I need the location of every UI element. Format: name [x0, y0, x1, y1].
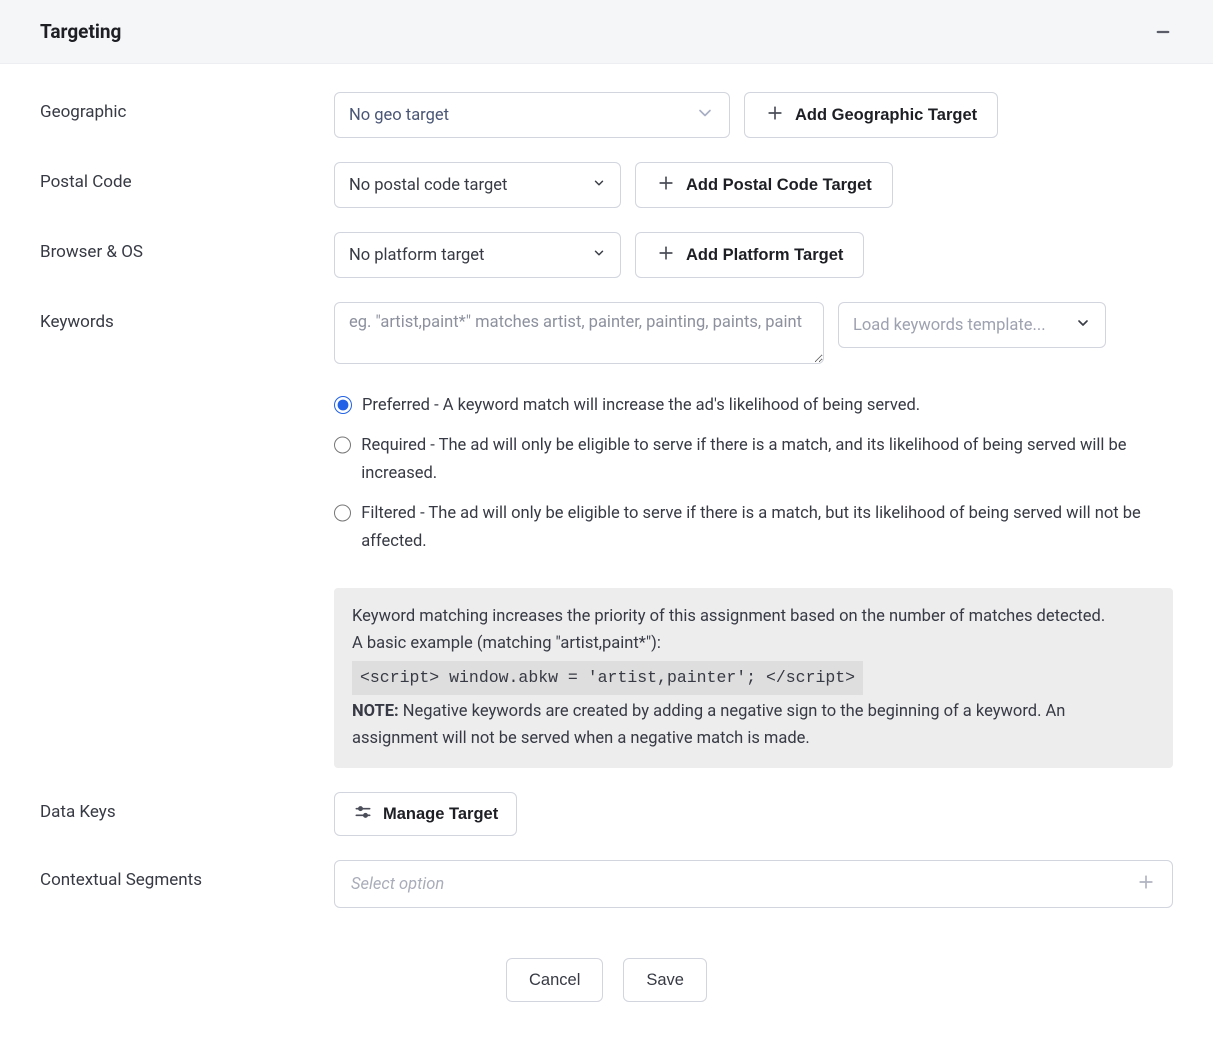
info-line2: A basic example (matching "artist,paint*…	[352, 631, 1155, 657]
chevron-down-icon	[592, 246, 606, 265]
add-geographic-label: Add Geographic Target	[795, 106, 977, 125]
collapse-icon[interactable]	[1153, 22, 1173, 42]
add-postal-label: Add Postal Code Target	[686, 176, 872, 195]
radio-preferred[interactable]	[334, 396, 352, 414]
chevron-down-icon	[592, 176, 606, 195]
label-browser-os: Browser & OS	[40, 232, 334, 262]
info-note-text: Negative keywords are created by adding …	[352, 702, 1065, 747]
sliders-icon	[353, 802, 373, 827]
chevron-down-icon	[1075, 315, 1091, 336]
radio-required[interactable]	[334, 436, 351, 454]
panel-title: Targeting	[40, 20, 121, 43]
label-data-keys: Data Keys	[40, 792, 334, 822]
info-note-label: NOTE:	[352, 702, 399, 721]
row-contextual-segments: Contextual Segments Select option	[40, 860, 1173, 908]
postal-select-value: No postal code target	[349, 176, 507, 195]
platform-select[interactable]: No platform target	[334, 232, 621, 278]
keywords-template-label: Load keywords template...	[853, 316, 1046, 335]
radio-row-filtered: Filtered - The ad will only be eligible …	[334, 500, 1173, 556]
chevron-down-icon	[695, 103, 715, 128]
info-code-snippet: <script> window.abkw = 'artist,painter';…	[352, 661, 863, 695]
info-line1: Keyword matching increases the priority …	[352, 604, 1155, 630]
save-button[interactable]: Save	[623, 958, 707, 1002]
radio-row-required: Required - The ad will only be eligible …	[334, 432, 1173, 488]
add-platform-button[interactable]: Add Platform Target	[635, 232, 864, 278]
info-note: NOTE: Negative keywords are created by a…	[352, 699, 1155, 752]
radio-filtered[interactable]	[334, 504, 351, 522]
label-postal: Postal Code	[40, 162, 334, 192]
contextual-select[interactable]: Select option	[334, 860, 1173, 908]
add-geographic-button[interactable]: Add Geographic Target	[744, 92, 998, 138]
geographic-select-value: No geo target	[349, 106, 449, 125]
plus-icon	[1136, 872, 1156, 896]
add-platform-label: Add Platform Target	[686, 246, 843, 265]
row-data-keys: Data Keys Manage Target	[40, 792, 1173, 836]
keyword-match-radio-group: Preferred - A keyword match will increas…	[334, 392, 1173, 556]
manage-target-label: Manage Target	[383, 805, 498, 824]
contextual-placeholder: Select option	[351, 875, 444, 894]
panel-body: Geographic No geo target Add Geographic …	[0, 64, 1213, 1042]
plus-icon	[656, 173, 676, 198]
label-contextual-segments: Contextual Segments	[40, 860, 334, 890]
keywords-input[interactable]	[334, 302, 824, 364]
row-browser-os: Browser & OS No platform target Add Plat…	[40, 232, 1173, 278]
radio-filtered-label[interactable]: Filtered - The ad will only be eligible …	[361, 500, 1173, 556]
plus-icon	[656, 243, 676, 268]
panel-header: Targeting	[0, 0, 1213, 64]
geographic-select[interactable]: No geo target	[334, 92, 730, 138]
label-geographic: Geographic	[40, 92, 334, 122]
plus-icon	[765, 103, 785, 128]
radio-required-label[interactable]: Required - The ad will only be eligible …	[361, 432, 1173, 488]
cancel-button[interactable]: Cancel	[506, 958, 603, 1002]
row-keywords: Keywords Load keywords template... Prefe…	[40, 302, 1173, 768]
manage-target-button[interactable]: Manage Target	[334, 792, 517, 836]
keywords-info-box: Keyword matching increases the priority …	[334, 588, 1173, 768]
platform-select-value: No platform target	[349, 246, 484, 265]
row-geographic: Geographic No geo target Add Geographic …	[40, 92, 1173, 138]
footer-actions: Cancel Save	[40, 958, 1173, 1002]
radio-row-preferred: Preferred - A keyword match will increas…	[334, 392, 1173, 420]
keywords-template-button[interactable]: Load keywords template...	[838, 302, 1106, 348]
targeting-panel: Targeting Geographic No geo target	[0, 0, 1213, 1042]
label-keywords: Keywords	[40, 302, 334, 332]
radio-preferred-label[interactable]: Preferred - A keyword match will increas…	[362, 392, 920, 420]
add-postal-button[interactable]: Add Postal Code Target	[635, 162, 893, 208]
postal-select[interactable]: No postal code target	[334, 162, 621, 208]
row-postal: Postal Code No postal code target Add Po…	[40, 162, 1173, 208]
